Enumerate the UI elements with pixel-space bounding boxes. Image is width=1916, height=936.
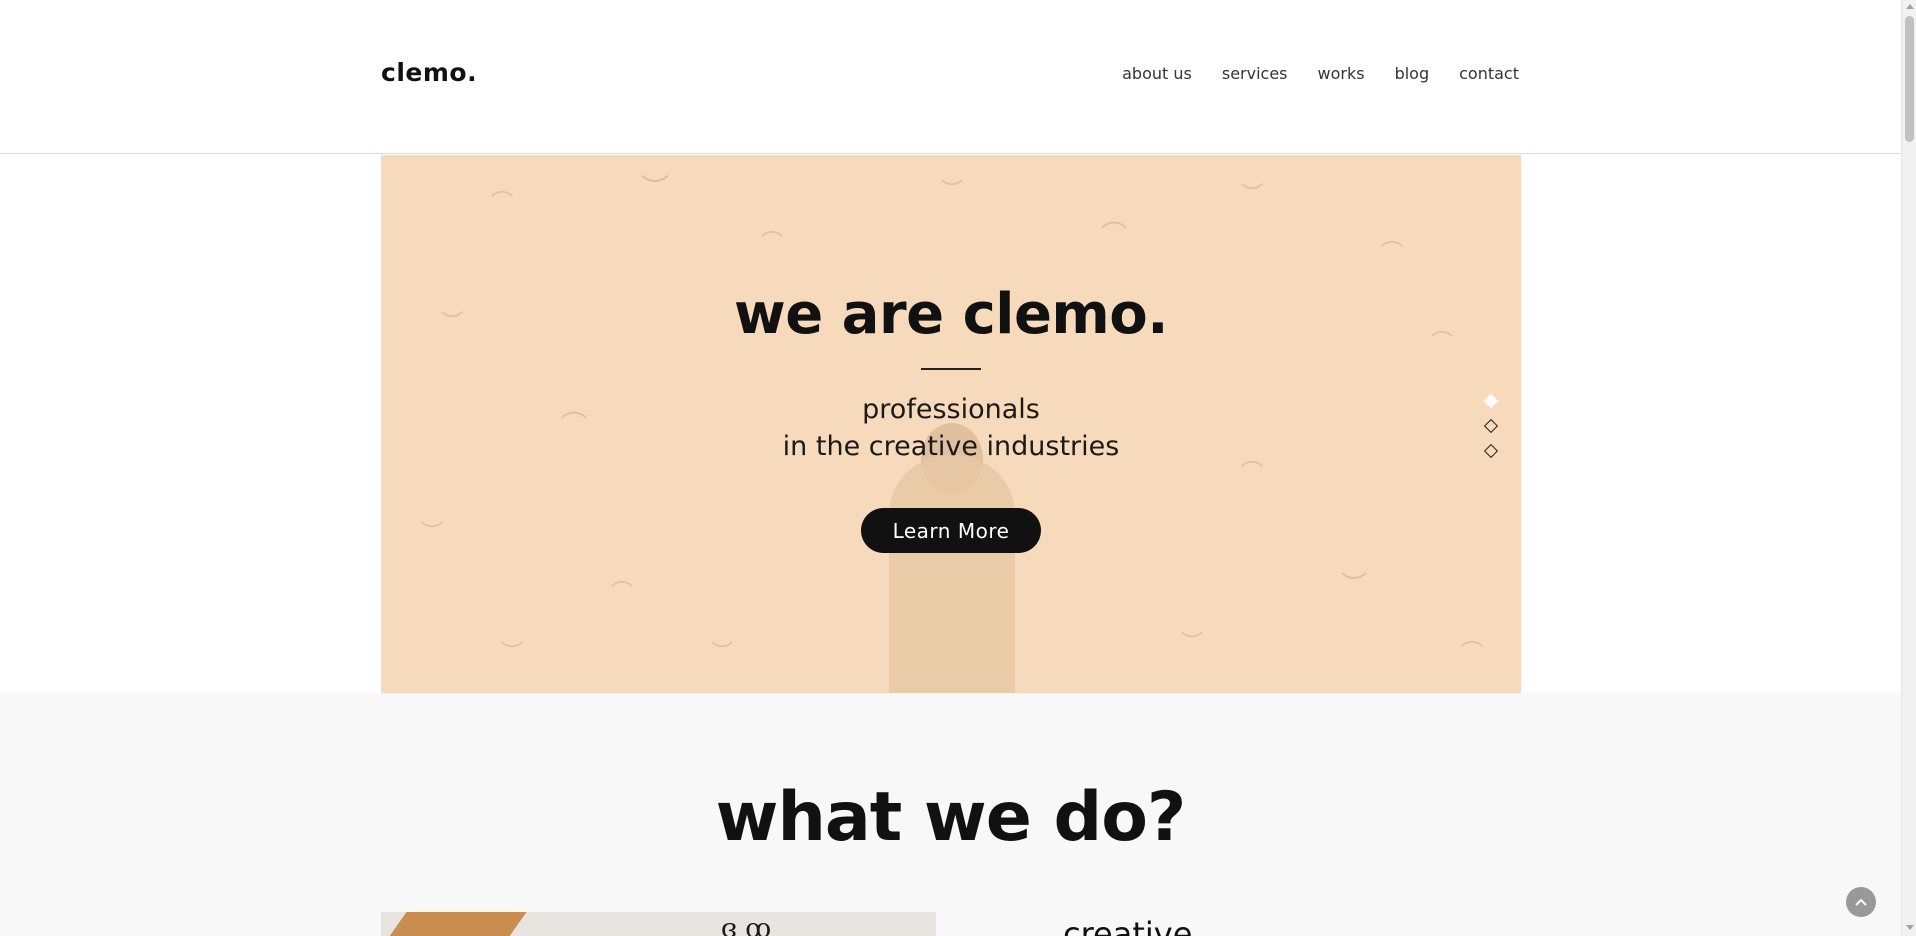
slider-pagination — [1483, 393, 1499, 471]
hero-title: we are clemo. — [733, 282, 1169, 347]
nav-item-works[interactable]: works — [1318, 64, 1365, 83]
bird-icon: ⌒ — [611, 581, 634, 606]
service-image: ɞ ꝏ — [381, 912, 936, 936]
slide-2-diamond-icon[interactable] — [1483, 418, 1499, 434]
hero-subtitle-line-2: in the creative industries — [782, 431, 1120, 462]
service-image-wood — [385, 912, 527, 936]
vertical-scrollbar[interactable] — [1901, 0, 1916, 936]
bird-icon: ⌒ — [1101, 221, 1128, 251]
hero-slider: ⌒ ︶ ⌒ ︶ ⌒ ︶ ⌒ ︶ ⌒ ︶ ⌒ ︶ ⌒ ︶ ⌒ ︶ ⌒ ︶ we a… — [381, 155, 1521, 693]
hero-divider — [921, 368, 981, 370]
scroll-up-arrow-icon[interactable] — [1906, 4, 1914, 9]
bird-icon: ︶ — [711, 641, 734, 666]
hero-subtitle: professionals in the creative industries — [381, 391, 1521, 465]
hero-figure — [889, 455, 1015, 693]
chevron-up-icon — [1855, 898, 1867, 906]
service-image-lettering: ɞ ꝏ — [721, 914, 772, 936]
site-header: clemo. about us services works blog cont… — [0, 0, 1901, 154]
bird-icon: ︶ — [421, 521, 444, 546]
section-title: what we do? — [715, 778, 1187, 857]
back-to-top-button[interactable] — [1846, 887, 1876, 917]
scrollbar-thumb[interactable] — [1905, 16, 1914, 142]
bird-icon: ︶ — [501, 641, 524, 666]
what-we-do-section: what we do? ɞ ꝏ creative — [0, 693, 1901, 936]
page-content: clemo. about us services works blog cont… — [0, 0, 1901, 936]
nav-item-contact[interactable]: contact — [1459, 64, 1519, 83]
learn-more-button[interactable]: Learn More — [861, 508, 1041, 553]
bird-icon: ⌒ — [491, 191, 514, 216]
page: clemo. about us services works blog cont… — [0, 0, 1916, 936]
bird-icon: ︶ — [1181, 631, 1204, 656]
service-card-title: creative — [1063, 915, 1193, 936]
bird-icon: ⌒ — [1461, 641, 1484, 666]
nav-item-services[interactable]: services — [1222, 64, 1288, 83]
bird-icon: ⌒ — [1381, 241, 1404, 266]
bird-icon: ︶ — [1341, 571, 1368, 601]
site-logo[interactable]: clemo. — [381, 58, 477, 87]
bird-icon: ︶ — [641, 172, 670, 205]
hero-subtitle-line-1: professionals — [862, 394, 1040, 425]
bird-icon: ︶ — [941, 179, 964, 204]
slide-3-diamond-icon[interactable] — [1483, 443, 1499, 459]
bird-icon: ︶ — [1241, 183, 1264, 208]
bird-icon: ⌒ — [761, 231, 784, 256]
nav-item-about-us[interactable]: about us — [1122, 64, 1192, 83]
slide-1-diamond-icon[interactable] — [1483, 393, 1499, 409]
scroll-down-arrow-icon[interactable] — [1906, 925, 1914, 930]
main-nav: about us services works blog contact — [1122, 64, 1519, 83]
nav-item-blog[interactable]: blog — [1395, 64, 1430, 83]
